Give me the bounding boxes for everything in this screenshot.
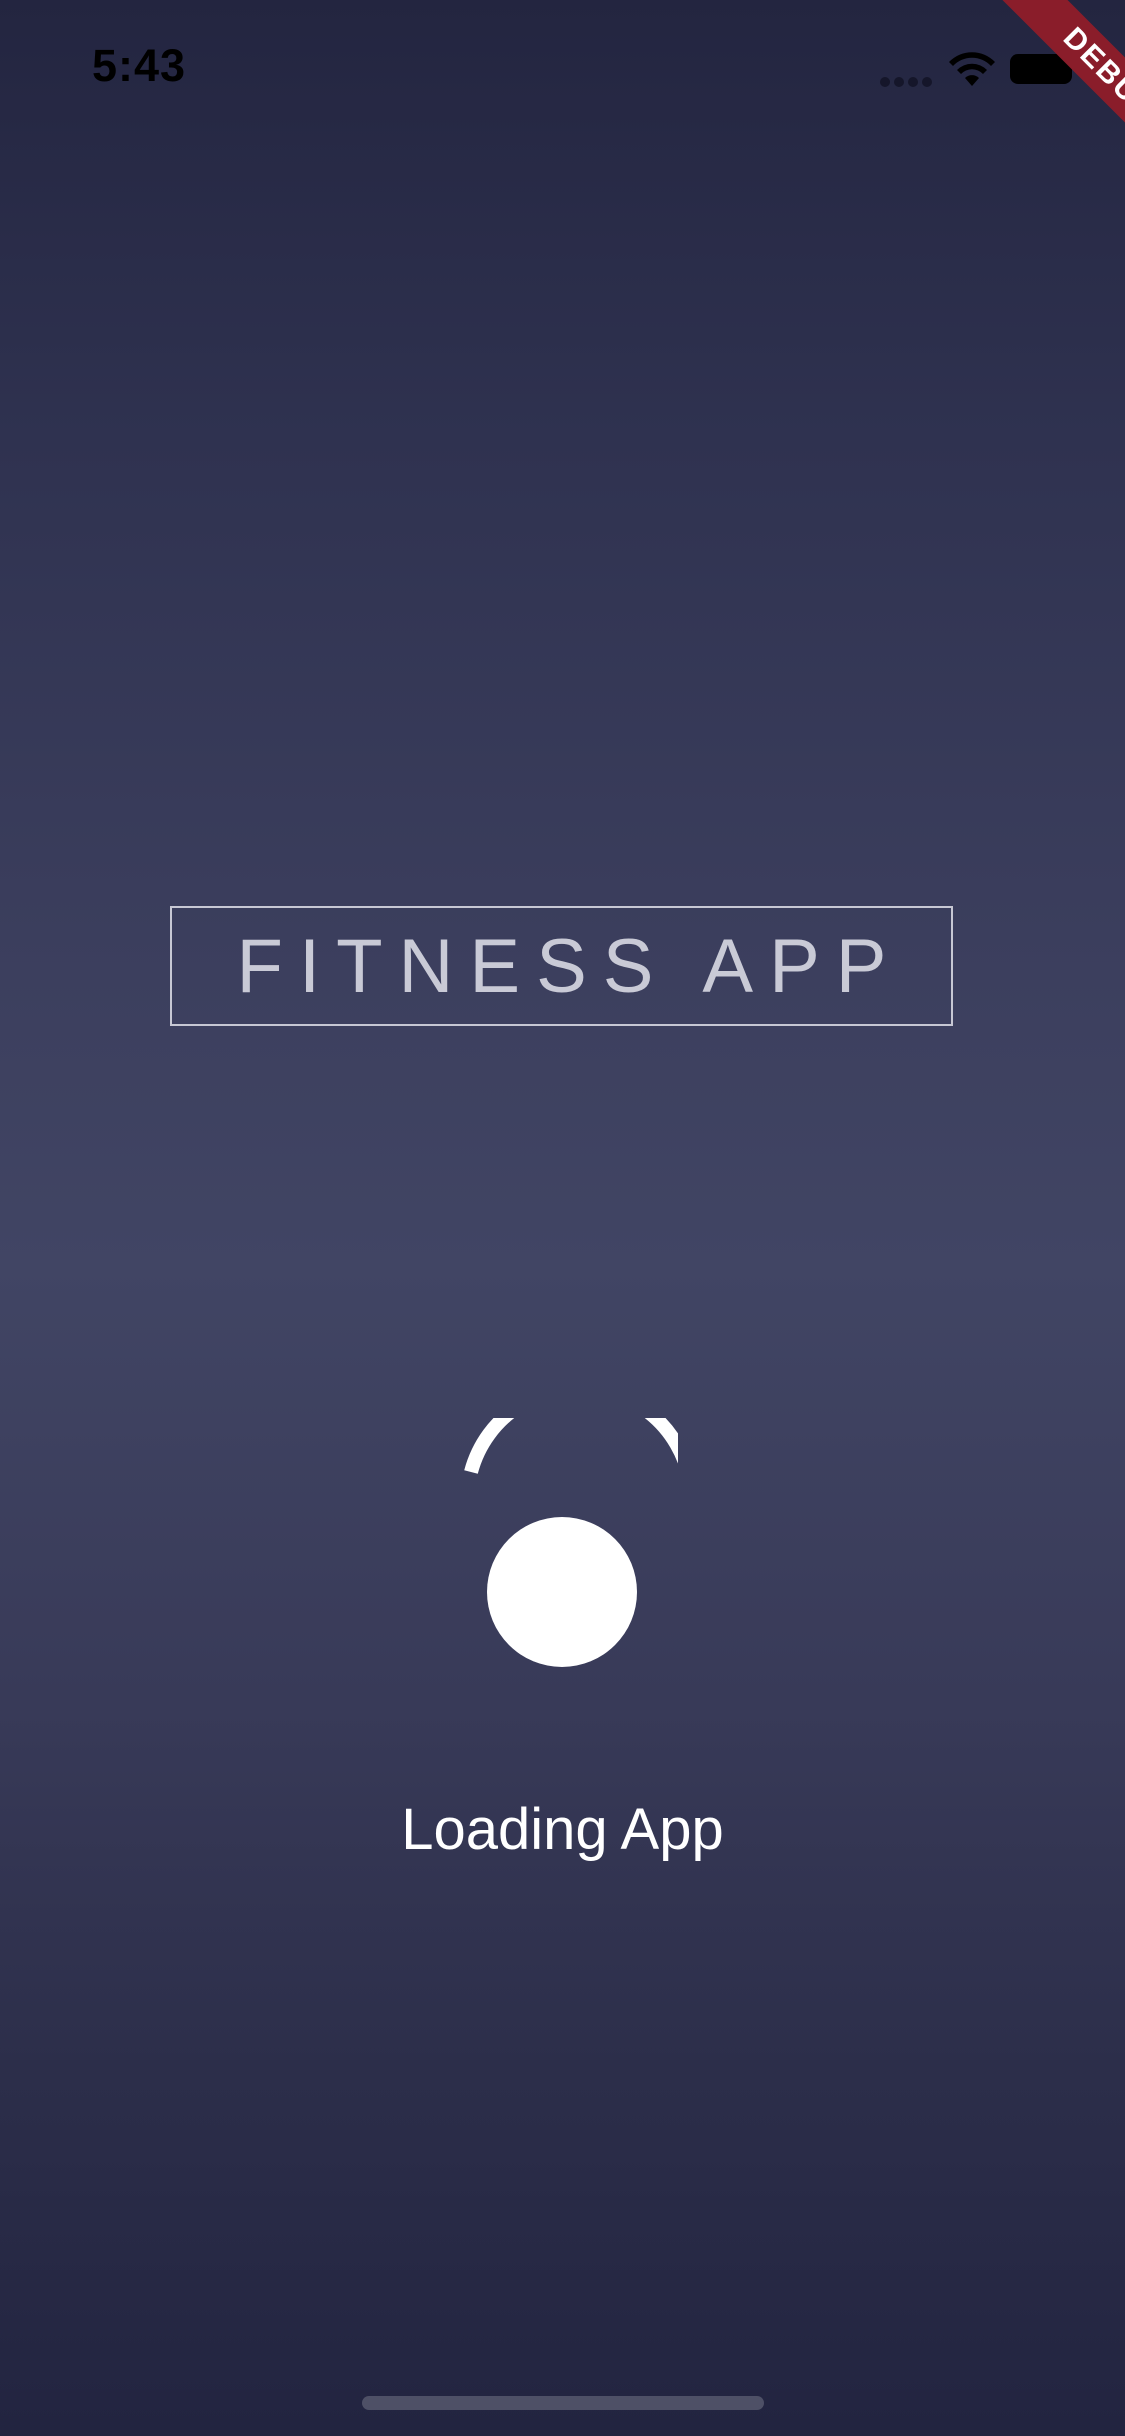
home-indicator[interactable] [362,2396,764,2410]
loading-spinner-icon [464,1418,678,1667]
app-title-box: FITNESS APP [170,906,953,1026]
spinner-arc [464,1418,678,1474]
status-time: 5:43 [92,40,187,91]
spinner-dot [487,1517,637,1667]
loading-spinner [452,1418,678,1678]
debug-banner-label: DEBUG [987,0,1125,190]
loading-label: Loading App [401,1797,724,1862]
cellular-signal-icon [880,74,936,87]
app-title: FITNESS APP [236,923,903,1009]
debug-banner: DEBUG [935,0,1125,190]
